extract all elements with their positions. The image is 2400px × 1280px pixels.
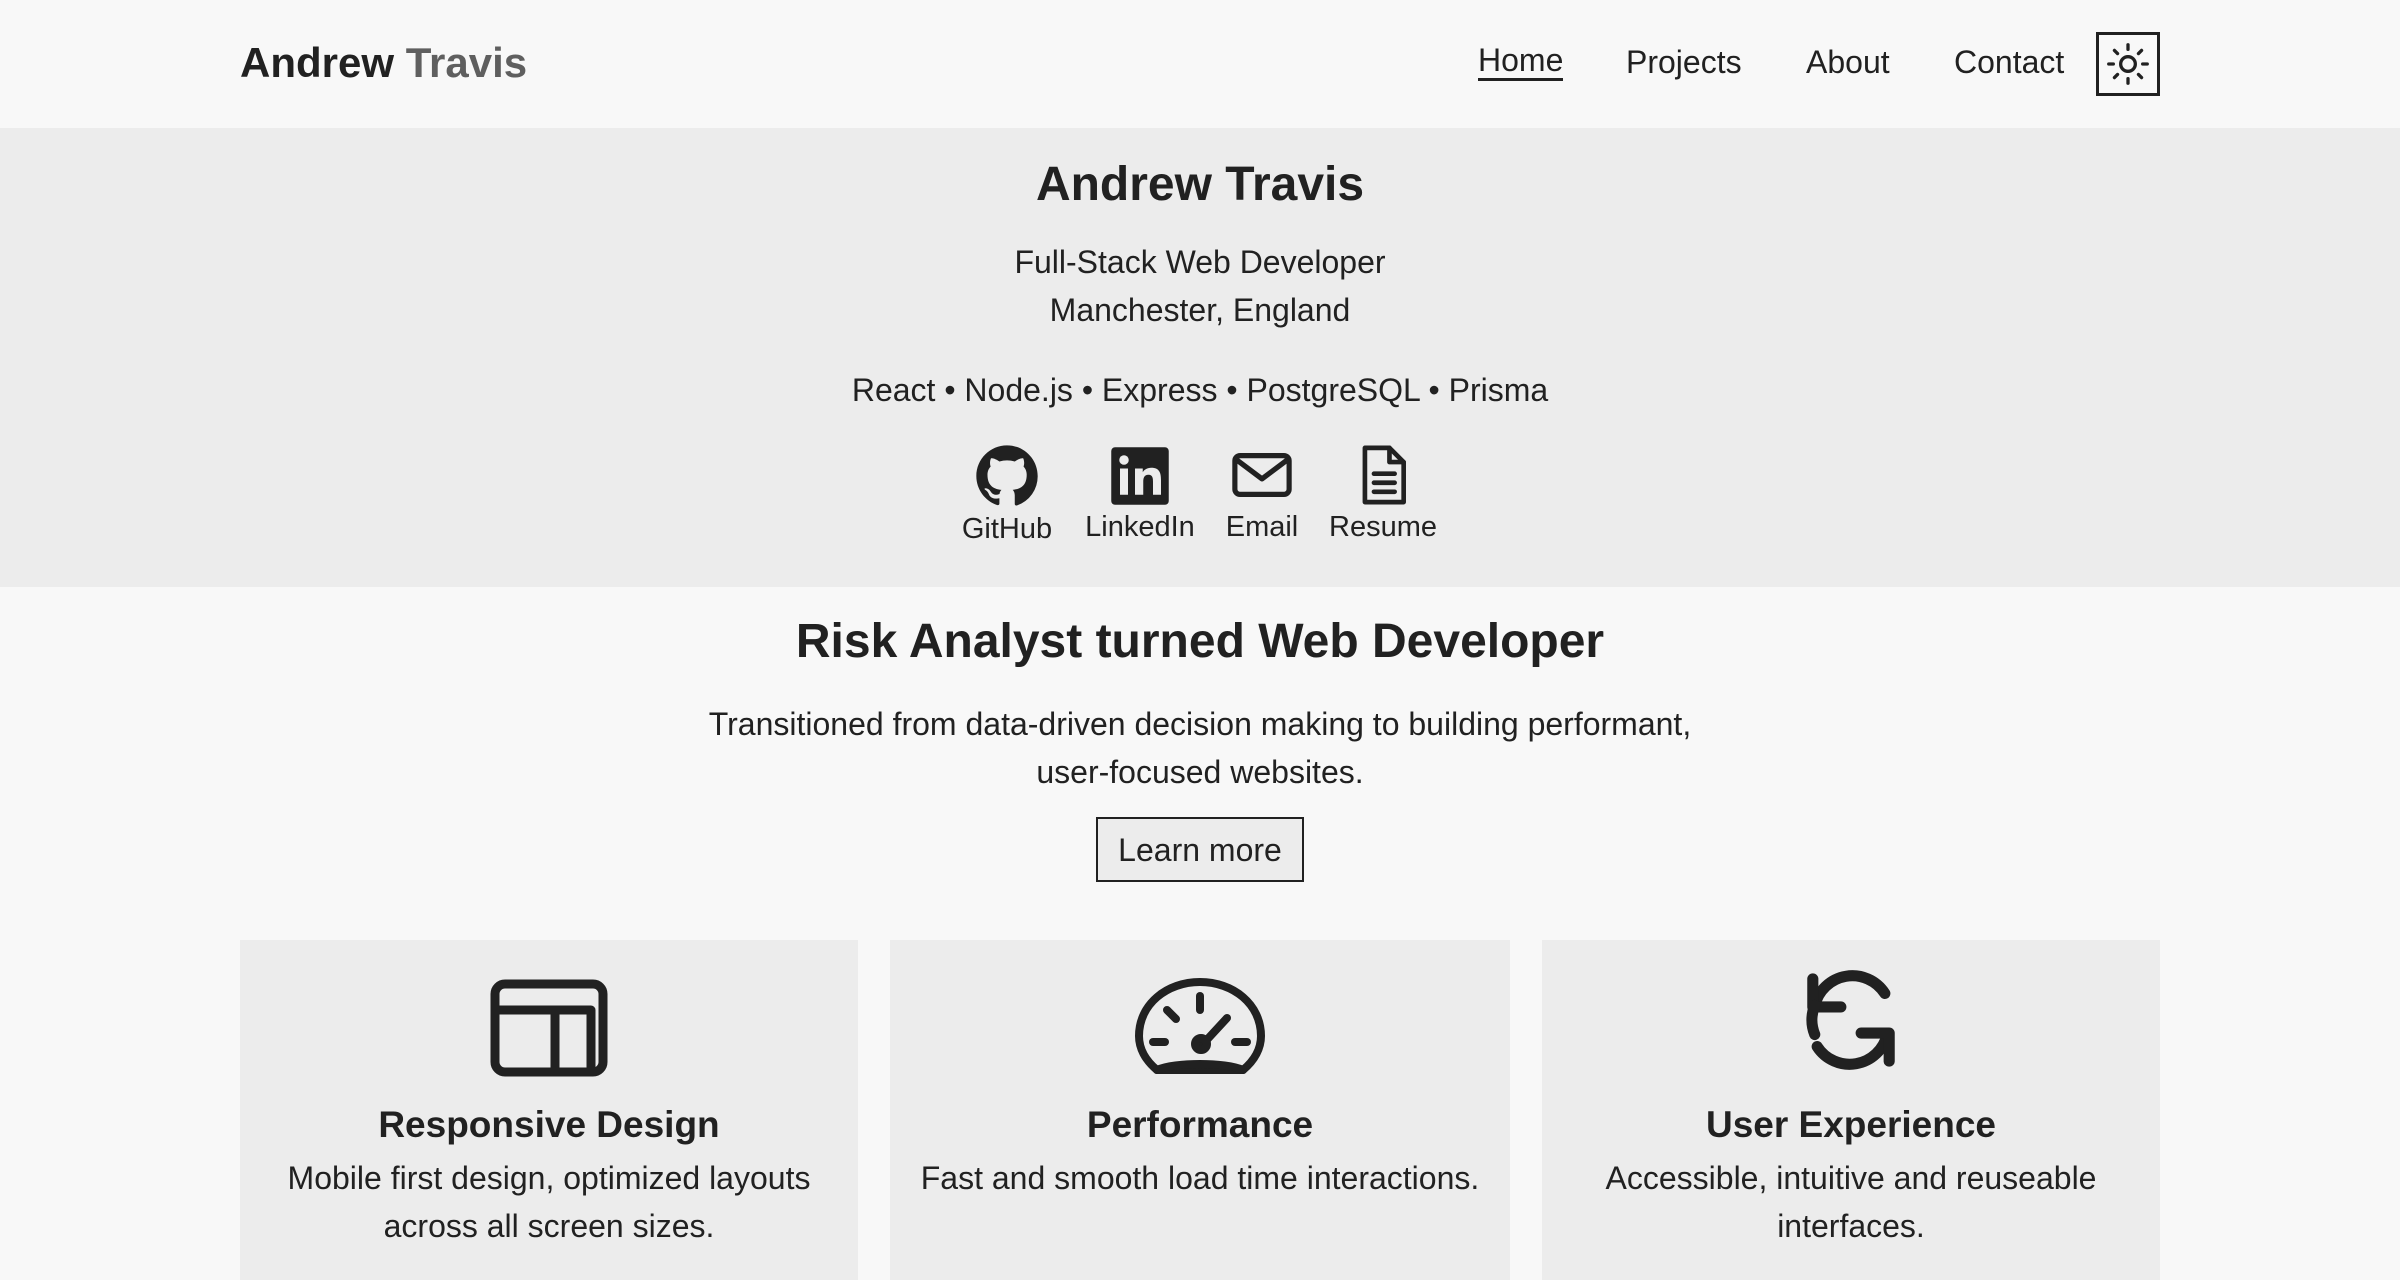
sun-icon [2107,43,2149,85]
refresh-icon [1806,970,1895,1070]
hero-tech-stack: React • Node.js • Express • PostgreSQL •… [851,372,1549,408]
site-header: Andrew Travis Home Projects About Contac… [0,0,2400,128]
hero-section: Andrew Travis Full-Stack Web Developer M… [0,128,2400,587]
nav-about[interactable]: About [1806,42,1890,82]
logo-last-name: Travis [405,39,528,86]
card-title: Performance [1086,1104,1314,1145]
card-title: User Experience [1705,1104,1996,1145]
email-icon [1232,453,1292,497]
card-text: Mobile first design, optimized layouts a… [287,1160,811,1244]
site-logo[interactable]: Andrew Travis [240,38,527,88]
layout-icon [490,979,608,1077]
nav-projects[interactable]: Projects [1626,42,1742,82]
github-link[interactable]: GitHub [957,444,1057,548]
learn-more-button[interactable]: Learn more [1096,817,1304,882]
github-icon [976,445,1038,506]
linkedin-link[interactable]: LinkedIn [1080,444,1200,546]
logo-first-name: Andrew [240,39,395,86]
hero-role: Full-Stack Web Developer [1014,244,1386,280]
theme-toggle-button[interactable] [2096,32,2160,96]
feature-card-ux: User Experience Accessible, intuitive an… [1542,940,2160,1280]
nav-contact[interactable]: Contact [1954,42,2064,82]
intro-text: Transitioned from data-driven decision m… [708,706,1692,790]
linkedin-icon [1111,447,1169,505]
document-icon [1362,445,1406,505]
email-label: Email [1225,511,1299,543]
email-link[interactable]: Email [1212,444,1312,546]
hero-name: Andrew Travis [1035,158,1365,211]
resume-label: Resume [1329,511,1437,543]
speedometer-icon [1135,978,1265,1074]
github-label: GitHub [961,513,1053,545]
card-text: Fast and smooth load time interactions. [920,1160,1480,1196]
nav-home[interactable]: Home [1478,42,1564,81]
feature-card-performance: Performance Fast and smooth load time in… [890,940,1510,1280]
linkedin-label: LinkedIn [1085,511,1195,543]
card-text: Accessible, intuitive and reuseable inte… [1605,1160,2097,1244]
card-title: Responsive Design [378,1104,720,1145]
social-links: GitHub LinkedIn Email Resume [0,444,2400,554]
hero-location: Manchester, England [1049,292,1351,328]
intro-title: Risk Analyst turned Web Developer [795,615,1605,668]
feature-card-responsive: Responsive Design Mobile first design, o… [240,940,858,1280]
resume-link[interactable]: Resume [1328,444,1438,546]
